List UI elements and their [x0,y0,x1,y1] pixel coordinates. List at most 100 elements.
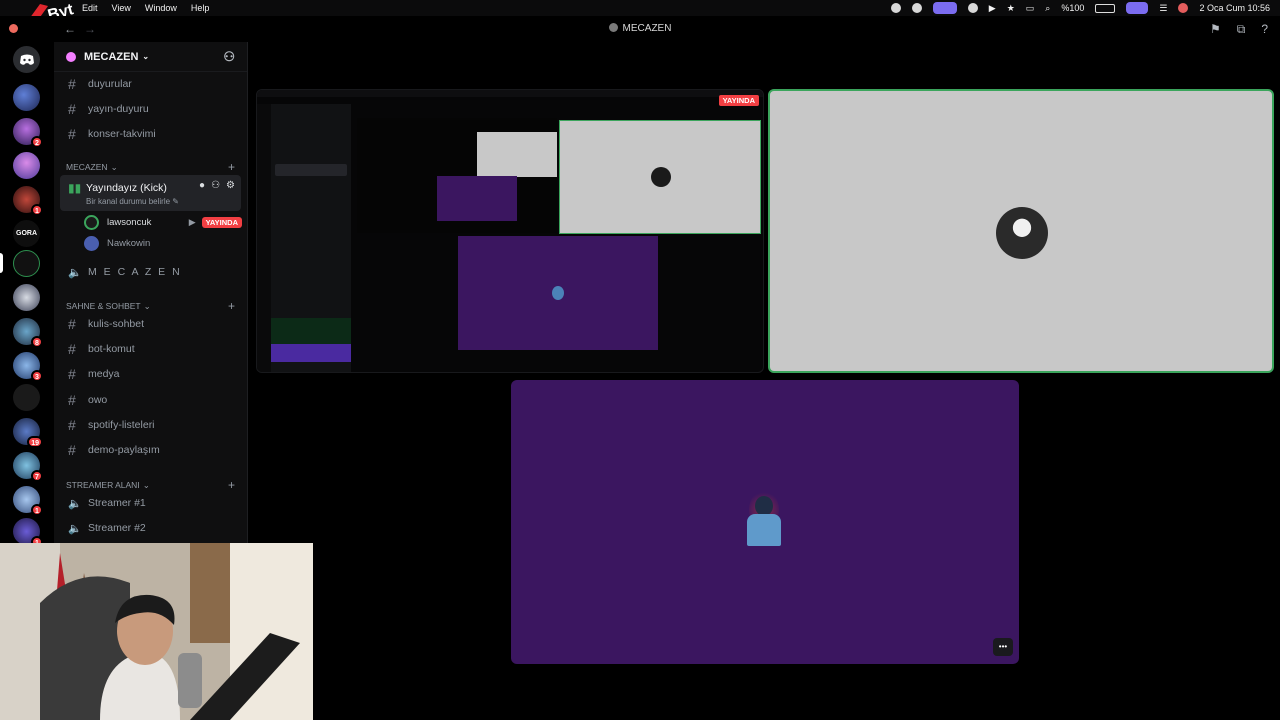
menu-help[interactable]: Help [191,3,210,13]
server-icon[interactable]: 2 [13,118,43,148]
server-icon[interactable]: 7 [13,452,43,482]
voice-member-lawsoncuk[interactable]: lawsoncuk ▶ YAYINDA [84,212,242,232]
control-center-icon[interactable]: ☰ [1159,3,1167,14]
clock[interactable]: 2 Oca Cum 10:56 [1199,3,1270,13]
nested-active-channel [275,164,347,176]
invite-icon[interactable]: ⚇ [211,180,220,191]
speaker-icon: 🔈 [68,497,82,510]
selected-server-pill [0,253,3,273]
battery-icon[interactable] [1095,3,1116,13]
channel-voice-mecazen[interactable]: 🔈 M E C A Z E N [60,261,241,283]
live-badge: YAYINDA [718,95,759,106]
channel-owo[interactable]: # owo [60,389,241,411]
channel-yayin-duyuru[interactable]: # yayın-duyuru [60,98,241,120]
server-gora-icon[interactable]: GORA [13,220,40,247]
channel-duyurular[interactable]: # duyurular [60,73,241,95]
stream-tile-main[interactable]: ••• [511,380,1019,664]
server-icon[interactable]: 1 [13,186,43,216]
flag-icon[interactable]: ⚑ [1210,22,1221,37]
hash-icon: # [68,126,76,142]
webcam-scene [0,543,313,720]
menu-window[interactable]: Window [145,3,177,13]
hash-icon: # [68,442,76,458]
star-icon[interactable]: ★ [1007,3,1015,14]
siri-icon[interactable] [1178,3,1189,13]
nested-channel-list [271,104,351,372]
play-icon[interactable]: ▶ [989,3,996,14]
menu-view[interactable]: View [112,3,131,13]
server-icon[interactable]: 1 [13,518,43,548]
popout-icon[interactable]: ⧉ [1237,22,1246,37]
pencil-icon: ✎ [172,197,179,206]
guild-header[interactable]: MECAZEN ⌄ ⚇ [54,42,247,72]
server-icon[interactable]: 1 [13,486,43,516]
hash-icon: # [68,76,76,92]
server-icon[interactable] [13,84,40,111]
channel-konser-takvimi[interactable]: # konser-takvimi [60,123,241,145]
hash-icon: # [68,366,76,382]
status-icon[interactable] [890,3,901,13]
server-icon[interactable]: 3 [13,352,43,382]
server-mecazen-icon[interactable] [13,250,40,277]
camera-icon: ▶ [188,216,196,227]
voice-status[interactable]: Bir kanal durumu belirle ✎ [86,197,179,206]
category-streamer-alani[interactable]: STREAMER ALANI ⌄ + [66,478,235,492]
chevron-down-icon: ⌄ [142,479,150,490]
webcam-overlay [0,543,313,720]
nested-server-rail [257,104,271,372]
category-sahne-sohbet[interactable]: SAHNE & SOHBET ⌄ + [66,299,235,313]
focus-icon[interactable] [967,3,978,13]
hash-icon: # [68,316,76,332]
guild-name: MECAZEN [84,50,139,63]
chevron-down-icon: ⌄ [110,161,118,172]
avatar [651,167,671,187]
server-icon[interactable] [13,284,40,311]
voice-channel-row: ▮▮ Yayındayız (Kick) [68,181,167,195]
chevron-down-icon: ⌄ [142,52,150,61]
settings-gear-icon[interactable]: ⚙ [226,180,235,191]
channel-kulis-sohbet[interactable]: # kulis-sohbet [60,313,241,335]
sync-icon[interactable] [911,3,922,13]
channel-medya[interactable]: # medya [60,363,241,385]
hash-icon: # [68,417,76,433]
window-title: MECAZEN [0,23,1280,34]
nested-menubar [257,90,763,97]
torso [747,514,781,546]
nested-tile-purple [437,176,517,221]
more-options-button[interactable]: ••• [993,638,1013,656]
server-icon[interactable] [13,152,40,179]
voice-member-nawkowin[interactable]: Nawkowin [84,233,150,253]
channel-streamer-1[interactable]: 🔈 Streamer #1 [60,492,241,514]
server-icon[interactable] [13,384,40,411]
channel-streamer-2[interactable]: 🔈 Streamer #2 [60,517,241,539]
search-icon[interactable]: ⌕ [1045,3,1050,14]
nested-user-panel [271,344,351,362]
category-mecazen[interactable]: MECAZEN ⌄ + [66,160,235,174]
guild-title-icon [608,23,618,32]
invite-user-icon[interactable]: ⚇ [223,49,235,65]
channel-demo-paylasim[interactable]: # demo-paylaşım [60,439,241,461]
screen-share-tile[interactable]: YAYINDA [256,89,764,373]
avatar [996,207,1048,259]
server-icon[interactable]: 19 [13,418,43,448]
screen-mirror-icon[interactable] [1126,2,1149,14]
channel-bot-komut[interactable]: # bot-komut [60,338,241,360]
add-channel-icon[interactable]: + [228,478,235,492]
add-channel-icon[interactable]: + [228,299,235,313]
titlebar-tools: ⚑ ⧉ ? [1210,22,1268,37]
video-stage: YAYINDA ••• [249,42,1280,720]
add-channel-icon[interactable]: + [228,160,235,174]
discord-home-icon[interactable] [13,46,40,73]
live-badge: YAYINDA [201,216,242,228]
streamer-figure [739,490,791,554]
channel-spotify-listeleri[interactable]: # spotify-listeleri [60,414,241,436]
keyboard-icon[interactable]: ▭ [1026,3,1035,14]
head [755,496,773,516]
chat-icon[interactable]: ● [199,180,205,191]
screen-share-icon[interactable] [932,2,957,14]
voice-channel-name: Yayındayız (Kick) [86,182,167,194]
participant-tile-speaking[interactable] [768,89,1274,373]
speaker-icon: 🔈 [68,522,82,535]
help-icon[interactable]: ? [1261,22,1268,37]
server-icon[interactable]: 8 [13,318,43,348]
